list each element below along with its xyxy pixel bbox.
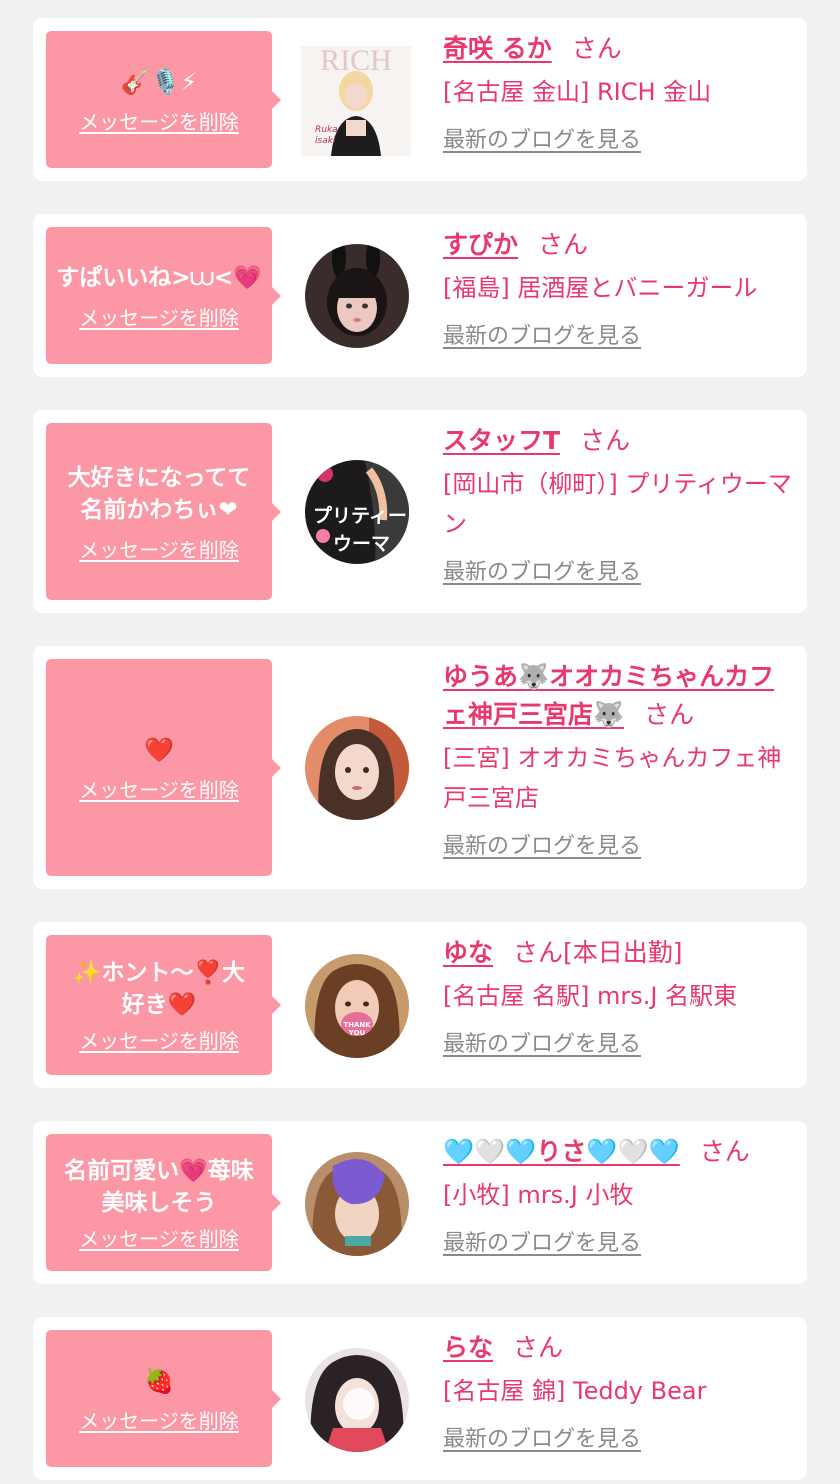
- svg-text:プリティー: プリティー: [313, 504, 407, 527]
- name-line: 奇咲 るか さん: [443, 30, 795, 68]
- name-line: らな さん: [443, 1329, 795, 1367]
- latest-blog-link[interactable]: 最新のブログを見る: [443, 832, 641, 862]
- svg-text:THANK: THANK: [343, 1021, 371, 1029]
- name-line: ゆな さん[本日出勤]: [443, 934, 795, 972]
- message-card: ✨ホント〜❣️大好き❤️ メッセージを削除 THANK YOU ゆな さん[本日出…: [33, 922, 807, 1088]
- message-bubble: 名前可愛い💗苺味美味しそう メッセージを削除: [46, 1134, 281, 1271]
- honorific: さん: [513, 1333, 564, 1362]
- message-card: すぱいいね>⩊<💗 メッセージを削除 すぴか さん [福島] 居酒屋とバニーガール…: [33, 214, 807, 377]
- svg-text:isaki: isaki: [315, 136, 336, 146]
- svg-text:YOU: YOU: [348, 1029, 366, 1037]
- message-text: ✨ホント〜❣️大好き❤️: [72, 960, 246, 1018]
- message-bubble: 🍓 メッセージを削除: [46, 1330, 281, 1467]
- honorific: さん: [513, 938, 564, 967]
- avatar[interactable]: プリティー ウーマ: [305, 460, 409, 564]
- message-card: 🎸🎙️⚡ メッセージを削除 RICH Ruka isaki 奇咲 るか さん [名…: [33, 18, 807, 181]
- user-name-link[interactable]: 奇咲 るか: [443, 34, 552, 63]
- status-suffix: [本日出勤]: [563, 938, 683, 967]
- name-line: ゆうあ🐺オオカミちゃんカフェ神戸三宮店🐺 さん: [443, 658, 795, 734]
- shop-name: [小牧] mrs.J 小牧: [443, 1181, 634, 1209]
- user-info: 🩵🤍🩵りさ🩵🤍🩵 さん [小牧] mrs.J 小牧 最新のブログを見る: [443, 1133, 795, 1259]
- user-name-link[interactable]: すぴか: [443, 230, 518, 259]
- message-card: 大好きになってて 名前かわちぃ❤ メッセージを削除 プリティー ウーマ スタッフ…: [33, 410, 807, 613]
- user-info: すぴか さん [福島] 居酒屋とバニーガール 最新のブログを見る: [443, 226, 795, 352]
- avatar[interactable]: [305, 1348, 409, 1452]
- honorific: さん: [538, 230, 589, 259]
- avatar[interactable]: [305, 716, 409, 820]
- latest-blog-link[interactable]: 最新のブログを見る: [443, 322, 641, 352]
- latest-blog-link[interactable]: 最新のブログを見る: [443, 558, 641, 588]
- latest-blog-link[interactable]: 最新のブログを見る: [443, 1229, 641, 1259]
- name-line: 🩵🤍🩵りさ🩵🤍🩵 さん: [443, 1133, 795, 1171]
- user-info: スタッフT さん [岡山市（柳町）] プリティウーマン 最新のブログを見る: [443, 422, 795, 588]
- delete-message-link[interactable]: メッセージを削除: [79, 110, 239, 134]
- delete-message-link[interactable]: メッセージを削除: [79, 778, 239, 802]
- message-bubble: ❤️ メッセージを削除: [46, 659, 281, 876]
- delete-message-link[interactable]: メッセージを削除: [79, 538, 239, 562]
- message-text: 🎸🎙️⚡: [120, 67, 198, 96]
- user-info: らな さん [名古屋 錦] Teddy Bear 最新のブログを見る: [443, 1329, 795, 1455]
- honorific: さん: [580, 426, 631, 455]
- name-line: スタッフT さん: [443, 422, 795, 460]
- avatar[interactable]: RICH Ruka isaki: [301, 46, 411, 156]
- avatar[interactable]: [305, 244, 409, 348]
- latest-blog-link[interactable]: 最新のブログを見る: [443, 1030, 641, 1060]
- user-name-link[interactable]: スタッフT: [443, 426, 560, 455]
- delete-message-link[interactable]: メッセージを削除: [79, 1029, 239, 1053]
- name-line: すぴか さん: [443, 226, 795, 264]
- message-bubble: ✨ホント〜❣️大好き❤️ メッセージを削除: [46, 935, 281, 1075]
- shop-name: [福島] 居酒屋とバニーガール: [443, 274, 758, 302]
- message-card: 名前可愛い💗苺味美味しそう メッセージを削除 🩵🤍🩵りさ🩵🤍🩵 さん [小牧] m…: [33, 1121, 807, 1284]
- user-name-link[interactable]: 🩵🤍🩵りさ🩵🤍🩵: [443, 1137, 680, 1166]
- message-text: 🍓: [144, 1366, 174, 1395]
- delete-message-link[interactable]: メッセージを削除: [79, 306, 239, 330]
- shop-name: [岡山市（柳町）] プリティウーマン: [443, 470, 792, 538]
- honorific: さん: [644, 700, 695, 729]
- shop-name: [名古屋 金山] RICH 金山: [443, 78, 712, 106]
- user-info: ゆうあ🐺オオカミちゃんカフェ神戸三宮店🐺 さん [三宮] オオカミちゃんカフェ神戸…: [443, 658, 795, 862]
- shop-name: [三宮] オオカミちゃんカフェ神戸三宮店: [443, 744, 782, 812]
- delete-message-link[interactable]: メッセージを削除: [79, 1227, 239, 1251]
- user-name-link[interactable]: らな: [443, 1333, 493, 1362]
- svg-text:ウーマ: ウーマ: [333, 533, 390, 555]
- message-bubble: 大好きになってて 名前かわちぃ❤ メッセージを削除: [46, 423, 281, 600]
- message-text: 大好きになってて 名前かわちぃ❤: [67, 464, 251, 523]
- shop-name: [名古屋 錦] Teddy Bear: [443, 1377, 707, 1405]
- message-bubble: すぱいいね>⩊<💗 メッセージを削除: [46, 227, 281, 364]
- user-info: 奇咲 るか さん [名古屋 金山] RICH 金山 最新のブログを見る: [443, 30, 795, 156]
- message-text: ❤️: [144, 735, 174, 764]
- user-info: ゆな さん[本日出勤] [名古屋 名駅] mrs.J 名駅東 最新のブログを見る: [443, 934, 795, 1060]
- latest-blog-link[interactable]: 最新のブログを見る: [443, 1425, 641, 1455]
- delete-message-link[interactable]: メッセージを削除: [79, 1409, 239, 1433]
- message-card: 🍓 メッセージを削除 らな さん [名古屋 錦] Teddy Bear 最新のブロ…: [33, 1317, 807, 1480]
- honorific: さん: [571, 34, 622, 63]
- avatar[interactable]: THANK YOU: [305, 954, 409, 1058]
- message-bubble: 🎸🎙️⚡ メッセージを削除: [46, 31, 281, 168]
- svg-text:Ruka: Ruka: [315, 125, 338, 135]
- shop-name: [名古屋 名駅] mrs.J 名駅東: [443, 982, 738, 1010]
- avatar[interactable]: [305, 1152, 409, 1256]
- latest-blog-link[interactable]: 最新のブログを見る: [443, 126, 641, 156]
- message-card: ❤️ メッセージを削除 ゆうあ🐺オオカミちゃんカフェ神戸三宮店🐺 さん [三宮] …: [33, 646, 807, 889]
- honorific: さん: [699, 1137, 750, 1166]
- message-text: すぱいいね>⩊<💗: [56, 264, 262, 291]
- message-text: 名前可愛い💗苺味美味しそう: [64, 1157, 254, 1216]
- user-name-link[interactable]: ゆな: [443, 938, 493, 967]
- user-name-link[interactable]: ゆうあ🐺オオカミちゃんカフェ神戸三宮店🐺: [443, 662, 774, 729]
